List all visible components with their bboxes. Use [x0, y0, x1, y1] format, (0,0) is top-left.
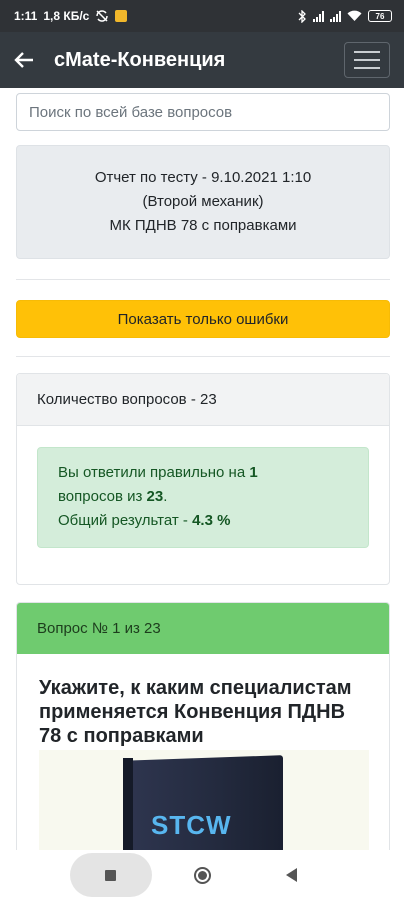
- signal-2-icon: [330, 10, 341, 22]
- sync-off-icon: [96, 10, 109, 22]
- report-test-name: МК ПДНВ 78 с поправками: [109, 217, 297, 234]
- question-header: Вопрос № 1 из 23: [17, 603, 389, 654]
- system-nav-bar: [0, 850, 404, 900]
- result-line-1: Вы ответили правильно на 1: [58, 461, 348, 485]
- status-right: 76: [298, 9, 392, 23]
- question-text: Укажите, к каким специалистам применяетс…: [39, 677, 352, 747]
- signal-1-icon: [313, 10, 324, 22]
- hamburger-menu-icon: [354, 51, 380, 53]
- notification-app-icon: [115, 10, 128, 22]
- show-errors-button[interactable]: Показать только ошибки: [16, 300, 390, 338]
- main-content[interactable]: Отчет по тесту - 9.10.2021 1:10 (Второй …: [0, 88, 404, 850]
- app-title: cMate-Конвенция: [54, 48, 226, 71]
- result-percent: 4.3 %: [192, 512, 231, 529]
- back-button[interactable]: [0, 32, 48, 88]
- search-input[interactable]: [16, 93, 390, 131]
- question-count: Количество вопросов - 23: [17, 374, 389, 426]
- book-spine: [123, 758, 133, 850]
- home-dot: [198, 871, 207, 880]
- result-text: Общий результат -: [58, 512, 193, 529]
- app-bar: cMate-Конвенция: [0, 32, 404, 88]
- menu-button[interactable]: [344, 42, 390, 78]
- report-position: (Второй механик): [142, 193, 264, 210]
- status-time: 1:11: [14, 9, 38, 23]
- result-line-2: вопросов из 23.: [58, 485, 348, 509]
- status-left: 1:11 1,8 КБ/с: [14, 9, 128, 23]
- status-bar: 1:11 1,8 КБ/с 76: [0, 0, 404, 32]
- status-network-speed: 1,8 КБ/с: [43, 9, 90, 23]
- arrow-left-icon: [14, 52, 33, 68]
- battery-icon: 76: [368, 10, 392, 22]
- divider: [16, 356, 390, 357]
- wifi-icon: [347, 10, 362, 21]
- result-text: вопросов из: [58, 488, 147, 505]
- hamburger-line: [354, 67, 380, 69]
- summary-card: Количество вопросов - 23 Вы ответили пра…: [16, 373, 390, 585]
- hamburger-line: [354, 59, 380, 61]
- question-card: Вопрос № 1 из 23 Укажите, к каким специа…: [16, 602, 390, 850]
- triangle-back-icon[interactable]: [286, 868, 297, 882]
- bluetooth-icon: [298, 9, 306, 23]
- book-title: STCW: [151, 810, 232, 840]
- square-recent-icon: [105, 870, 116, 881]
- divider: [16, 279, 390, 280]
- result-text: .: [163, 488, 168, 505]
- question-image: STCW: [39, 750, 369, 850]
- result-text: Вы ответили правильно на: [58, 464, 250, 481]
- correct-count: 1: [249, 464, 258, 481]
- circle-home-icon[interactable]: [194, 867, 211, 884]
- result-line-3: Общий результат - 4.3 %: [58, 509, 348, 533]
- result-box: Вы ответили правильно на 1 вопросов из 2…: [37, 447, 369, 548]
- total-count: 23: [146, 488, 164, 505]
- report-card: Отчет по тесту - 9.10.2021 1:10 (Второй …: [16, 145, 390, 259]
- report-title: Отчет по тесту - 9.10.2021 1:10: [94, 169, 312, 186]
